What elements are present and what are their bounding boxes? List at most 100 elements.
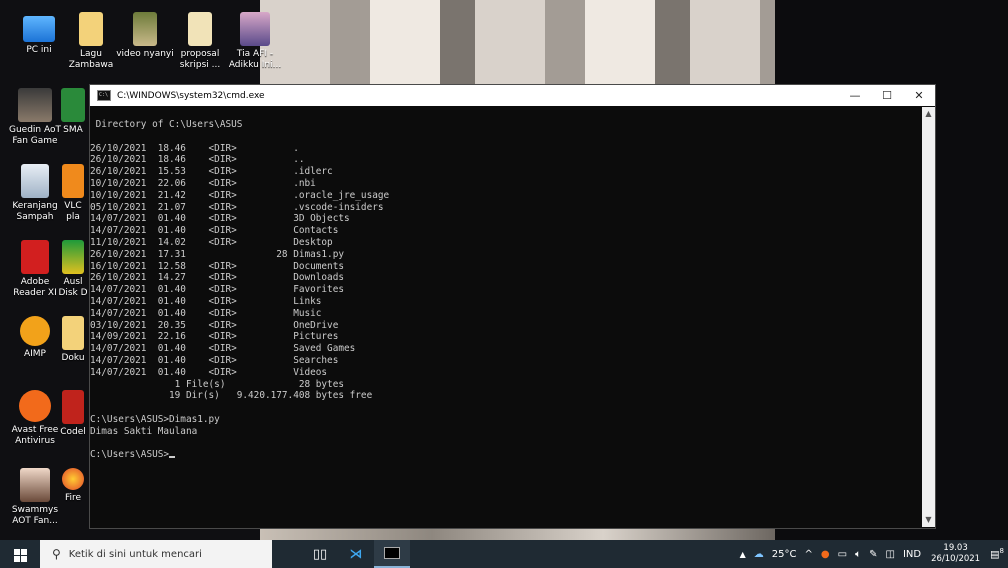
folder-icon [62,316,84,350]
scrollbar[interactable]: ▲ ▼ [922,107,935,527]
folder-icon [79,12,103,46]
input-language[interactable]: IND [899,549,925,560]
terminal-line: C:\Users\ASUS>Dimas1.py [90,414,220,425]
terminal-output[interactable]: Directory of C:\Users\ASUS 26/10/2021 18.… [90,107,921,528]
terminal-line: 05/10/2021 21.07 <DIR> .vscode-insiders [90,201,384,213]
vscode-taskbar-button[interactable]: ⋊ [338,540,374,568]
desktop-icon-adobe-reader[interactable]: Adobe Reader XI [5,240,65,299]
maximize-button[interactable]: ☐ [871,85,903,106]
desktop-icon-label: PC ini [26,45,52,55]
desktop-icon-codel[interactable]: Codel [57,390,89,438]
pen-icon[interactable]: ✎ [865,549,881,560]
desktop-icon-aimp[interactable]: AIMP [5,316,65,360]
desktop-icon-pc[interactable]: PC ini [9,12,69,56]
weather-temp[interactable]: 25°C [768,549,801,560]
terminal-line: 14/09/2021 22.16 <DIR> Pictures [90,331,339,343]
terminal-line: C:\Users\ASUS> [90,449,176,461]
desktop-icon-video-nyanyi[interactable]: video nyanyi [115,12,175,60]
terminal-line: 26/10/2021 18.46 <DIR> . [90,142,299,154]
terminal-line: 16/10/2021 12.58 <DIR> Documents [90,260,344,272]
scroll-up-icon[interactable]: ▲ [922,107,935,121]
desktop-icon-label: Adobe Reader XI [13,277,57,298]
desktop-icon-firefox[interactable]: Fire [57,468,89,504]
terminal-line: 03/10/2021 20.35 <DIR> OneDrive [90,319,339,331]
battery-icon[interactable]: ▭ [834,549,851,560]
task-view-button[interactable]: ▯▯ [302,540,338,568]
vlc-icon [62,164,84,198]
desktop-icon-sma[interactable]: SMA [57,88,89,136]
scroll-down-icon[interactable]: ▼ [922,513,935,527]
terminal-line: 10/10/2021 22.06 <DIR> .nbi [90,178,316,189]
desktop-icon-label: Lagu Zambawa [68,49,114,70]
tray-overflow-icon[interactable]: ^ [801,549,817,560]
desktop-icon-ausl[interactable]: Ausl Disk D [57,240,89,299]
volume-icon[interactable]: 🔈︎ [851,549,865,560]
desktop-icon-label: Avast Free Antivirus [11,425,59,446]
notification-icon[interactable]: ▤8 [986,547,1008,560]
search-box[interactable]: ⚲ Ketik di sini untuk mencari [40,540,272,568]
desktop-icon-label: Codel [60,427,86,437]
terminal-line: 26/10/2021 15.53 <DIR> .idlerc [90,166,333,178]
wifi-icon[interactable]: ◫ [881,549,898,560]
recycle-bin-icon [21,164,49,198]
start-button[interactable] [0,547,40,562]
terminal-line: 14/07/2021 01.40 <DIR> Saved Games [90,343,356,355]
terminal-line: 10/10/2021 21.42 <DIR> .oracle_jre_usage [90,189,390,201]
terminal-line: 1 File(s) 28 bytes [90,378,344,390]
close-button[interactable]: ✕ [903,85,935,106]
desktop-icon-tia-afi[interactable]: Tia AFI - Adikku Ini... [225,12,285,71]
minimize-button[interactable]: — [839,85,871,106]
desktop-icon-swammys[interactable]: Swammys AOT Fan... [5,468,65,527]
weather-icon[interactable]: ☁ [750,549,768,560]
desktop-icon-label: SMA [63,125,83,135]
terminal-line: 14/07/2021 01.40 <DIR> Favorites [90,284,344,296]
terminal-line: 26/10/2021 18.46 <DIR> .. [90,154,305,166]
system-tray: ▲ ☁ 25°C ^ ● ▭ 🔈︎ ✎ ◫ IND 19.03 26/10/20… [736,540,1008,568]
desktop-icon-label: Doku [61,353,85,363]
cmd-window[interactable]: C:\WINDOWS\system32\cmd.exe — ☐ ✕ Direct… [89,84,936,529]
vscode-icon: ⋊ [349,546,363,562]
desktop-icon-avast[interactable]: Avast Free Antivirus [5,390,65,447]
wallpaper-photo [260,0,775,85]
clock-date: 26/10/2021 [931,554,981,564]
desktop-icon-lagu[interactable]: Lagu Zambawa [61,12,121,71]
app-icon [62,390,84,424]
desktop-icon-vlc[interactable]: VLC pla [57,164,89,223]
desktop-icon-label: Swammys AOT Fan... [11,505,59,526]
app-icon [61,88,85,122]
cmd-icon [384,547,400,559]
search-placeholder: Ketik di sini untuk mencari [68,548,202,560]
task-view-icon: ▯▯ [312,546,328,562]
desktop-icon-doku[interactable]: Doku [57,316,89,364]
terminal-line: 14/07/2021 01.40 <DIR> Music [90,307,322,319]
terminal-line: 26/10/2021 14.27 <DIR> Downloads [90,272,344,284]
clock[interactable]: 19.03 26/10/2021 [925,543,986,565]
chevron-up-icon[interactable]: ▲ [736,550,750,559]
aimp-icon [20,316,50,346]
desktop-icon-label: Guedin AoT Fan Game [9,125,61,146]
desktop-icon-label: Tia AFI - Adikku Ini... [228,49,282,70]
notification-count: 8 [999,547,1004,556]
cmd-icon [97,90,111,101]
search-icon: ⚲ [52,547,61,561]
video-icon [133,12,157,46]
app-icon [62,240,84,274]
cmd-taskbar-button[interactable] [374,540,410,568]
taskbar: ⚲ Ketik di sini untuk mencari ▯▯ ⋊ ▲ ☁ 2… [0,540,1008,568]
desktop-icon-guedin[interactable]: Guedin AoT Fan Game [5,88,65,147]
terminal-line: Dimas Sakti Maulana [90,425,198,437]
terminal-line: 11/10/2021 14.02 <DIR> Desktop [90,237,333,248]
game-icon [18,88,52,122]
folder-icon [188,12,212,46]
desktop-icon-recycle-bin[interactable]: Keranjang Sampah [5,164,65,223]
cmd-title-bar[interactable]: C:\WINDOWS\system32\cmd.exe — ☐ ✕ [90,85,935,106]
avast-tray-icon[interactable]: ● [817,549,834,560]
desktop-icon-label: proposal skripsi ... [179,49,221,70]
desktop-icon-label: Fire [64,493,82,503]
terminal-line: 26/10/2021 17.31 28 Dimas1.py [90,248,344,260]
desktop-icon-proposal[interactable]: proposal skripsi ... [170,12,230,71]
video-icon [240,12,270,46]
clock-time: 19.03 [943,543,968,553]
terminal-line: 14/07/2021 01.40 <DIR> Links [90,296,322,307]
desktop-icon-label: VLC pla [64,201,82,222]
